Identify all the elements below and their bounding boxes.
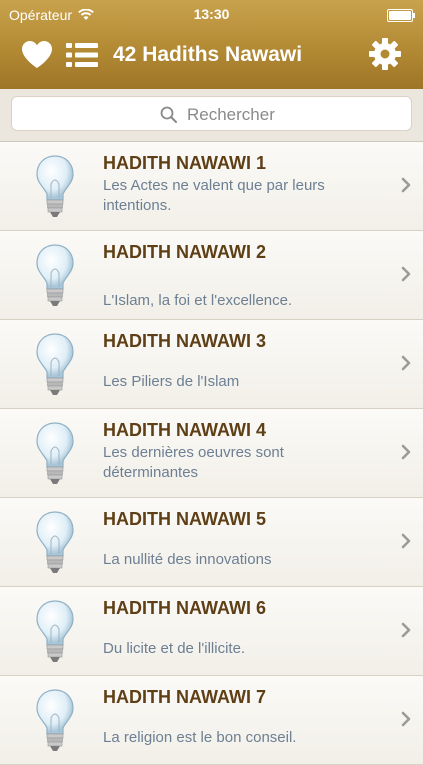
item-subtitle: L'Islam, la foi et l'excellence. — [103, 292, 293, 309]
status-bar: Opérateur 13:30 — [0, 0, 423, 30]
chevron-right-icon — [401, 177, 411, 193]
navigation-bar: Opérateur 13:30 42 Hadiths Nawawi — [0, 0, 423, 89]
item-subtitle: La religion est le bon conseil. — [103, 729, 297, 746]
list-item[interactable]: HADITH NAWAWI 3 Les Piliers de l'Islam — [0, 320, 423, 409]
lightbulb-icon — [36, 244, 74, 306]
page-title: 42 Hadiths Nawawi — [113, 43, 303, 66]
lightbulb-icon — [36, 689, 74, 751]
chevron-right-icon — [401, 444, 411, 460]
chevron-right-icon — [401, 711, 411, 727]
search-placeholder: Rechercher — [187, 105, 275, 124]
item-subtitle: La nullité des innovations — [103, 551, 272, 568]
hadith-list: HADITH NAWAWI 1 Les Actes ne valent que p… — [0, 142, 423, 765]
list-item[interactable]: HADITH NAWAWI 2 L'Islam, la foi et l'exce… — [0, 231, 423, 320]
item-subtitle: Les dernières oeuvres sont déterminantes — [103, 444, 284, 481]
list-item[interactable]: HADITH NAWAWI 1 Les Actes ne valent que p… — [0, 142, 423, 231]
item-subtitle: Les Actes ne valent que par leurs intent… — [103, 177, 325, 214]
lightbulb-icon — [36, 600, 74, 662]
chevron-right-icon — [401, 266, 411, 282]
search-bar: Rechercher — [0, 89, 423, 142]
gear-icon[interactable] — [369, 38, 401, 70]
item-subtitle: Les Piliers de l'Islam — [103, 373, 240, 390]
heart-icon[interactable] — [21, 40, 53, 69]
item-title: HADITH NAWAWI 5 — [103, 509, 267, 529]
chevron-right-icon — [401, 355, 411, 371]
item-title: HADITH NAWAWI 1 — [103, 153, 267, 173]
search-icon — [160, 106, 177, 123]
status-time: 13:30 — [193, 6, 230, 22]
item-subtitle: Du licite et de l'illicite. — [103, 640, 246, 657]
item-title: HADITH NAWAWI 7 — [103, 687, 267, 707]
list-item[interactable]: HADITH NAWAWI 7 La religion est le bon co… — [0, 676, 423, 765]
lightbulb-icon — [36, 155, 74, 217]
item-title: HADITH NAWAWI 6 — [103, 598, 267, 618]
chevron-right-icon — [401, 533, 411, 549]
list-icon[interactable] — [66, 42, 98, 68]
chevron-right-icon — [401, 622, 411, 638]
list-item[interactable]: HADITH NAWAWI 4 Les dernières oeuvres son… — [0, 409, 423, 498]
list-item[interactable]: HADITH NAWAWI 6 Du licite et de l'illicit… — [0, 587, 423, 676]
search-input[interactable]: Rechercher — [11, 96, 412, 131]
item-title: HADITH NAWAWI 4 — [103, 420, 267, 440]
item-title: HADITH NAWAWI 3 — [103, 331, 267, 351]
lightbulb-icon — [36, 511, 74, 573]
list-item[interactable]: HADITH NAWAWI 5 La nullité des innovation… — [0, 498, 423, 587]
lightbulb-icon — [36, 422, 74, 484]
item-title: HADITH NAWAWI 2 — [103, 242, 267, 262]
battery-icon — [387, 9, 415, 22]
lightbulb-icon — [36, 333, 74, 395]
